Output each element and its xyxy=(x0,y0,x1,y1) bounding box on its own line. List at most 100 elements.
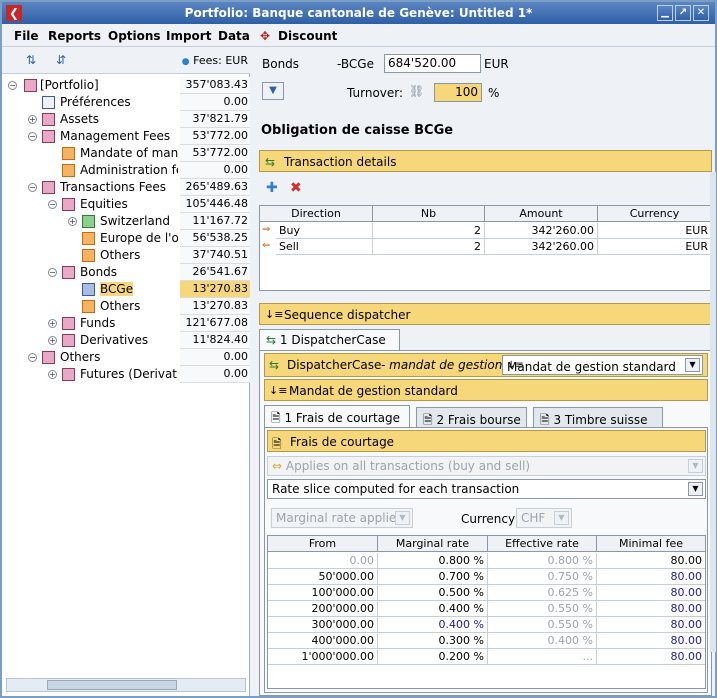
table-cell[interactable]: 0.625 % xyxy=(488,585,597,601)
menu-discount[interactable]: Discount xyxy=(278,29,337,43)
table-cell[interactable]: 0.550 % xyxy=(488,617,597,633)
table-cell[interactable]: 0.750 % xyxy=(488,569,597,585)
table-cell[interactable]: EUR xyxy=(598,223,711,239)
column-header[interactable]: Effective rate xyxy=(488,536,597,552)
expand-icon[interactable]: + xyxy=(68,217,77,226)
table-cell[interactable]: 2 xyxy=(373,223,485,239)
column-header[interactable]: Currency xyxy=(598,206,711,222)
dropdown-arrow-icon[interactable]: ▼ xyxy=(262,82,284,100)
menu-data[interactable]: Data xyxy=(218,29,250,43)
tree-row-equities-others[interactable]: Others 37'740.51 xyxy=(2,247,250,264)
table-cell[interactable]: 1'000'000.00 xyxy=(268,649,378,665)
menu-options[interactable]: Options xyxy=(108,29,161,43)
menu-reports[interactable]: Reports xyxy=(48,29,101,43)
turnover-field[interactable]: 100 xyxy=(434,83,482,102)
fees-column-header[interactable]: ● Fees: EUR xyxy=(180,48,250,74)
maximize-icon[interactable]: ↗ xyxy=(675,5,691,21)
table-cell[interactable]: 0.550 % xyxy=(488,601,597,617)
column-header[interactable]: Amount xyxy=(485,206,598,222)
table-cell[interactable]: 300'000.00 xyxy=(268,617,378,633)
applies-select[interactable]: ⇔ Applies on all transactions (buy and s… xyxy=(267,456,706,476)
tree-row-bcge[interactable]: BCGe 13'270.83 xyxy=(2,281,250,298)
horizontal-scrollbar[interactable] xyxy=(6,678,246,692)
table-cell[interactable]: Sell xyxy=(276,239,373,255)
table-cell[interactable]: 80.00 xyxy=(597,617,705,633)
tree-row-europe[interactable]: Europe de l'ou 56'538.25 xyxy=(2,230,250,247)
table-cell[interactable]: 0.400 % xyxy=(378,617,488,633)
vertical-scrollbar[interactable] xyxy=(710,172,716,652)
expand-icon[interactable]: + xyxy=(28,115,37,124)
table-cell[interactable]: 0.00 xyxy=(268,553,378,569)
table-cell[interactable]: 0.300 % xyxy=(378,633,488,649)
collapse-icon[interactable]: − xyxy=(28,132,37,141)
expand-icon[interactable]: + xyxy=(48,336,57,345)
mandat-header[interactable]: ↓≡ Mandat de gestion standard xyxy=(264,379,708,401)
tree-row-bonds[interactable]: − Bonds 26'541.67 xyxy=(2,264,250,281)
tree-row-equities[interactable]: − Equities 105'446.48 xyxy=(2,196,250,213)
table-cell[interactable]: 80.00 xyxy=(597,553,705,569)
tree-row-switzerland[interactable]: + Switzerland 11'167.72 xyxy=(2,213,250,230)
table-cell[interactable]: 342'260.00 xyxy=(485,223,598,239)
expand-tree-icon[interactable]: ⇅ xyxy=(26,53,36,67)
table-cell[interactable]: 50'000.00 xyxy=(268,569,378,585)
table-cell[interactable]: 80.00 xyxy=(597,649,705,665)
marginal-rate-select[interactable]: Marginal rate applies ▼ xyxy=(271,508,413,528)
frais-header[interactable]: 🗎 Frais de courtage xyxy=(267,430,706,452)
discount-icon[interactable]: ✥ xyxy=(260,29,270,43)
menu-import[interactable]: Import xyxy=(166,29,211,43)
tab-frais-courtage[interactable]: 🗎 1 Frais de courtage xyxy=(264,405,410,427)
expand-icon[interactable]: + xyxy=(48,370,57,379)
tab-timbre-suisse[interactable]: 🗎 3 Timbre suisse xyxy=(533,407,663,427)
table-cell[interactable]: 0.800 % xyxy=(488,553,597,569)
tree-row-assets[interactable]: + Assets 37'821.79 xyxy=(2,111,250,128)
collapse-tree-icon[interactable]: ⇵ xyxy=(56,53,66,67)
table-cell[interactable]: 80.00 xyxy=(597,585,705,601)
table-cell[interactable]: 0.400 % xyxy=(488,633,597,649)
chevron-down-icon[interactable]: ▼ xyxy=(688,459,703,473)
tree-row-funds[interactable]: + Funds 121'677.08 xyxy=(2,315,250,332)
column-header[interactable]: Nb xyxy=(373,206,485,222)
collapse-icon[interactable]: − xyxy=(28,183,37,192)
table-cell[interactable]: 400'000.00 xyxy=(268,633,378,649)
table-cell[interactable]: 0.800 % xyxy=(378,553,488,569)
transaction-details-header[interactable]: ⇆ Transaction details xyxy=(259,150,712,172)
chevron-down-icon[interactable]: ▼ xyxy=(688,482,703,496)
tree-row-preferences[interactable]: Préférences 0.00 xyxy=(2,94,250,111)
table-cell[interactable]: 80.00 xyxy=(597,601,705,617)
mandat-select[interactable]: ↓≡ Mandat de gestion standard ▼ xyxy=(502,355,703,375)
expand-icon[interactable]: + xyxy=(48,319,57,328)
table-cell[interactable]: 80.00 xyxy=(597,569,705,585)
table-cell[interactable]: 342'260.00 xyxy=(485,239,598,255)
table-cell[interactable]: ... xyxy=(488,649,597,665)
amount-field[interactable]: 684'520.00 xyxy=(384,54,481,73)
tree-row-others[interactable]: − Others 0.00 xyxy=(2,349,250,366)
close-icon[interactable]: ✕ xyxy=(693,5,709,21)
tree-row-administration-fee[interactable]: Administration fee 0.00 xyxy=(2,162,250,179)
delete-row-icon[interactable]: ✖ xyxy=(290,180,302,196)
tree-row-transactions-fees[interactable]: − Transactions Fees 265'489.63 xyxy=(2,179,250,196)
minimize-icon[interactable]: ▁ xyxy=(657,5,673,21)
column-header[interactable]: Marginal rate xyxy=(378,536,488,552)
table-cell[interactable]: 0.700 % xyxy=(378,569,488,585)
table-cell[interactable]: 0.200 % xyxy=(378,649,488,665)
table-cell[interactable]: 80.00 xyxy=(597,633,705,649)
tree-row-mandate[interactable]: Mandate of managem 53'772.00 xyxy=(2,145,250,162)
tree-row-derivatives[interactable]: + Derivatives 11'824.40 xyxy=(2,332,250,349)
collapse-icon[interactable]: − xyxy=(48,268,57,277)
menu-file[interactable]: File xyxy=(14,29,39,43)
tree-row-portfolio[interactable]: − [Portfolio] 357'083.43 xyxy=(2,77,250,94)
scrollbar-thumb[interactable] xyxy=(47,680,177,690)
currency-select[interactable]: CHF ▼ xyxy=(516,508,572,528)
column-header[interactable]: Direction xyxy=(260,206,373,222)
chevron-down-icon[interactable]: ▼ xyxy=(395,511,410,525)
chevron-down-icon[interactable]: ▼ xyxy=(685,358,700,372)
column-header[interactable]: From xyxy=(268,536,378,552)
collapse-icon[interactable]: − xyxy=(28,353,37,362)
table-cell[interactable]: EUR xyxy=(598,239,711,255)
column-header[interactable]: Minimal fee xyxy=(597,536,705,552)
tree-row-bonds-others[interactable]: Others 13'270.83 xyxy=(2,298,250,315)
link-icon[interactable]: ⛓ xyxy=(409,84,424,98)
tree-row-futures[interactable]: + Futures (Derivative 0.00 xyxy=(2,366,250,383)
tab-dispatcher-case[interactable]: ⇆ 1 DispatcherCase xyxy=(259,329,400,351)
table-cell[interactable]: 0.500 % xyxy=(378,585,488,601)
